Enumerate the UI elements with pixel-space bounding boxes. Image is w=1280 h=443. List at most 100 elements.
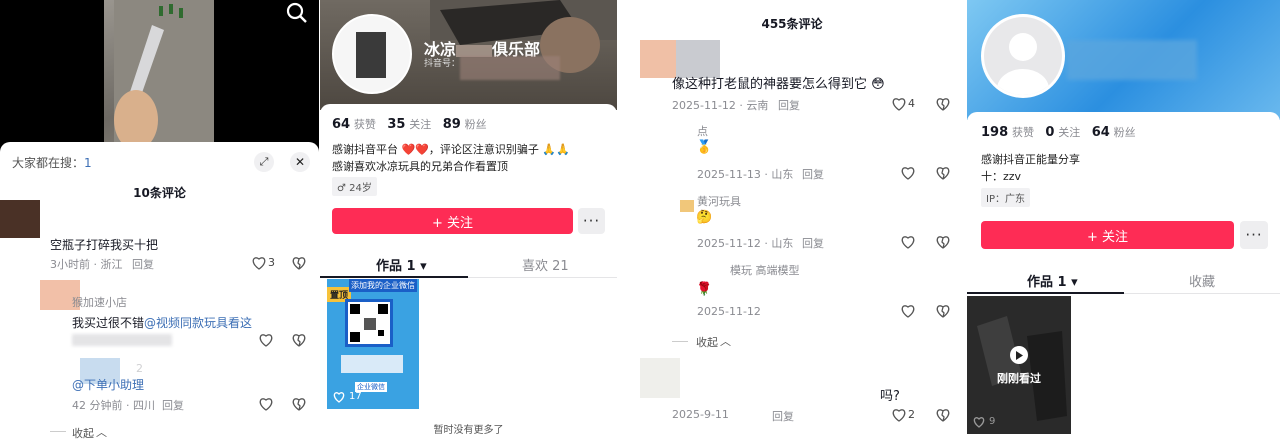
collapse-button[interactable]: 收起 [696, 334, 718, 350]
search-hint[interactable]: 大家都在搜：1 [12, 154, 92, 171]
reply-meta: 2025-11-12 [697, 305, 761, 318]
reply-meta: 42 分钟前 · 四川 [72, 399, 155, 412]
thumbnail-likes: 17 [349, 391, 362, 402]
reply-author[interactable]: 点 [697, 123, 708, 139]
dislike-icon[interactable] [936, 304, 950, 318]
tab-works[interactable]: 作品 1 ▾ [1027, 271, 1078, 290]
profile-panel-2: 198 获赞 0 关注 64 粉丝 感谢抖音正能量分享 十：zzv IP：广东 … [967, 0, 1280, 443]
avatar[interactable] [981, 14, 1065, 98]
bio-text: 感谢抖音平台 [332, 143, 398, 156]
followers-count[interactable]: 89 [443, 117, 461, 132]
dislike-icon[interactable] [936, 235, 950, 249]
dislike-icon[interactable] [292, 333, 306, 347]
pistol-hand-image [114, 0, 214, 160]
like-icon[interactable] [259, 397, 273, 411]
more-button[interactable]: ··· [578, 208, 605, 234]
chevron-up-icon[interactable]: ︿ [720, 333, 731, 349]
reply-author[interactable]: 黄河玩具 [697, 193, 741, 209]
like-icon[interactable] [892, 408, 906, 422]
following-label[interactable]: 关注 [1058, 126, 1080, 139]
stats-row: 64 获赞 35 关注 89 粉丝 [332, 116, 487, 132]
tab-underline [967, 292, 1124, 294]
avatar[interactable] [332, 14, 412, 94]
rose-emoji: 🌹 [696, 282, 713, 297]
follow-button[interactable]: + 关注 [332, 208, 573, 234]
dislike-icon[interactable] [292, 256, 306, 270]
comment-text-suffix: 吗? [880, 389, 900, 404]
profile-panel-1: 冰凉 俱乐部 抖音号： 64 获赞 35 关注 89 粉丝 感谢抖音平台 ❤️❤️… [320, 0, 617, 443]
followers-count[interactable]: 64 [1092, 125, 1110, 140]
follow-button[interactable]: + 关注 [981, 221, 1234, 249]
reply-button[interactable]: 回复 [162, 397, 184, 413]
no-more-text: 暂时没有更多了 [433, 425, 504, 436]
like-icon[interactable] [901, 235, 915, 249]
dislike-icon[interactable] [292, 397, 306, 411]
bio-line-1: 感谢抖音正能量分享 [981, 153, 1080, 166]
collapse-button[interactable]: 收起 [72, 425, 94, 441]
comment-text: 空瓶子打碎我买十把 [50, 238, 159, 252]
ip-badge: IP：广东 [981, 188, 1030, 207]
dislike-icon[interactable] [936, 408, 950, 422]
tab-favorites[interactable]: 收藏 [1189, 271, 1215, 290]
followers-label[interactable]: 粉丝 [465, 118, 487, 131]
qr-code [345, 299, 393, 347]
more-button[interactable]: ··· [1240, 221, 1268, 249]
avatar[interactable] [640, 358, 680, 398]
close-icon[interactable]: ✕ [290, 152, 310, 172]
mention-link[interactable]: @视频同款玩具看这 [144, 316, 252, 330]
video-thumbnail[interactable]: 置顶 添加我的企业微信 企业微信 17 [327, 279, 419, 409]
reply-meta [72, 334, 172, 346]
bio-line-1: 感谢抖音平台 ❤️❤️，评论区注意识别骗子 🙏🙏 [332, 143, 570, 156]
reply-author[interactable]: 猴加速小店 [72, 294, 127, 310]
mention-link[interactable]: @下单小助理 [72, 376, 144, 393]
chevron-up-icon[interactable]: ︿ [96, 424, 107, 440]
bio-text: ，评论区注意识别骗子 [428, 143, 539, 156]
play-icon [1010, 346, 1028, 364]
following-count[interactable]: 0 [1045, 125, 1054, 140]
following-count[interactable]: 35 [387, 117, 405, 132]
video-comments-panel: 大家都在搜：1 ⤢ ✕ 10条评论 空瓶子打碎我买十把 3小时前 · 浙江 回复… [0, 0, 319, 443]
followers-label[interactable]: 粉丝 [1114, 126, 1136, 139]
thumbnail-likes: 9 [989, 416, 996, 427]
like-icon[interactable] [901, 166, 915, 180]
dislike-icon[interactable] [936, 166, 950, 180]
reply-button[interactable]: 回复 [132, 256, 154, 272]
dislike-icon[interactable] [936, 97, 950, 111]
blurred-id [460, 56, 560, 80]
comments-panel-2: 455条评论 像这种打老鼠的神器要怎么得到它 😳 2025-11-12 · 云南… [618, 0, 966, 443]
reply-author[interactable]: 模玩 高端模型 [730, 262, 800, 278]
comment-count: 10条评论 [133, 186, 186, 200]
tab-divider [468, 277, 617, 278]
expand-icon[interactable]: ⤢ [254, 152, 274, 172]
comment-meta: 2025-9-11 [672, 408, 729, 421]
video-frame[interactable] [104, 0, 214, 160]
avatar[interactable] [0, 200, 40, 238]
avatar[interactable] [680, 200, 694, 212]
following-label[interactable]: 关注 [409, 118, 431, 131]
stats-row: 198 获赞 0 关注 64 粉丝 [981, 124, 1136, 140]
douyin-id-label: 抖音号： [424, 59, 461, 69]
reply-button[interactable]: 回复 [802, 166, 824, 182]
like-icon[interactable] [252, 256, 266, 270]
reply-meta: 2025-11-12 · 山东 [697, 237, 794, 250]
search-icon[interactable] [286, 2, 308, 24]
like-icon[interactable] [892, 97, 906, 111]
like-icon[interactable] [901, 304, 915, 318]
comment-sheet: 大家都在搜：1 ⤢ ✕ 10条评论 空瓶子打碎我买十把 3小时前 · 浙江 回复… [0, 142, 319, 443]
reply-body: 我买过很不错 [72, 316, 145, 330]
video-thumbnail[interactable]: 刚刚看过 9 [967, 296, 1071, 434]
reply-button[interactable]: 回复 [772, 408, 794, 424]
likes-count: 64 [332, 117, 351, 132]
reply-button[interactable]: 回复 [778, 97, 800, 113]
thumbnail-image [977, 316, 1067, 421]
divider [672, 341, 688, 342]
thumbnail-caption [341, 355, 403, 373]
tab-likes[interactable]: 喜欢 21 [522, 255, 569, 274]
thinking-emoji: 🤔 [696, 210, 713, 225]
reply-button[interactable]: 回复 [802, 235, 824, 251]
bio-line-2: 感谢喜欢冰凉玩具的兄弟合作看置顶 [332, 160, 508, 173]
tab-works[interactable]: 作品 1 ▾ [376, 255, 427, 274]
like-icon[interactable] [259, 333, 273, 347]
comment-meta: 2025-11-12 · 云南 [672, 99, 769, 112]
likes-label: 获赞 [1011, 126, 1034, 139]
